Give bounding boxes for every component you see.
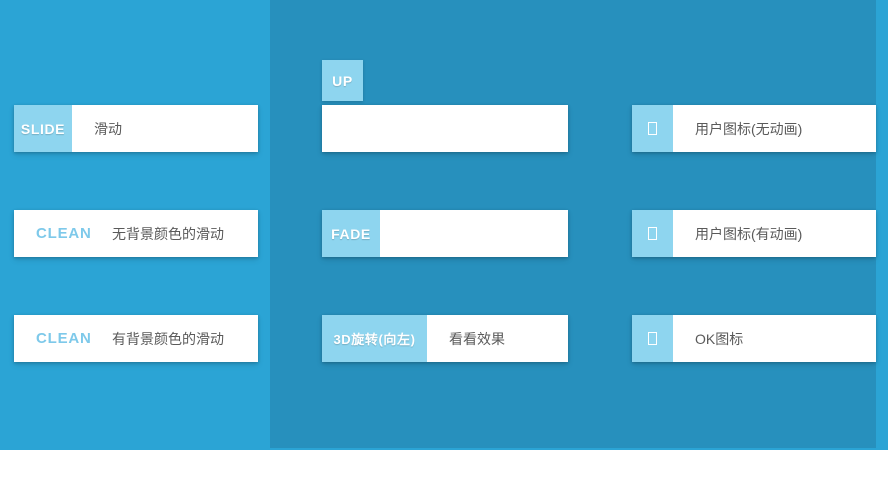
clean-no-background-card-label: CLEAN	[36, 225, 92, 242]
rotate-3d-left-notification-card[interactable]: 3D旋转(向左) 看看效果	[322, 315, 568, 362]
missing-glyph-box-icon-glyph	[648, 227, 657, 240]
up-floating-label: UP	[322, 60, 363, 101]
ok-icon-card-text: OK图标	[673, 315, 876, 362]
clean-no-background-card-text: 无背景颜色的滑动	[102, 210, 258, 257]
up-card-text	[322, 105, 568, 152]
clean-no-background-card[interactable]: CLEAN 无背景颜色的滑动	[14, 210, 258, 257]
user-icon-animated-card-text: 用户图标(有动画)	[673, 210, 876, 257]
slide-notification-card[interactable]: SLIDE 滑动	[14, 105, 258, 152]
missing-glyph-box-icon	[632, 315, 673, 362]
missing-glyph-box-icon	[632, 210, 673, 257]
missing-glyph-box-icon-glyph	[648, 332, 657, 345]
rotate-3d-left-card-label: 3D旋转(向左)	[322, 315, 427, 362]
slide-card-label: SLIDE	[14, 105, 72, 152]
fade-card-text	[380, 210, 568, 257]
fade-notification-card[interactable]: FADE	[322, 210, 568, 257]
user-icon-animated-card[interactable]: 用户图标(有动画)	[632, 210, 876, 257]
missing-glyph-box-icon	[632, 105, 673, 152]
page-stage: SLIDE 滑动 CLEAN 无背景颜色的滑动 CLEAN 有背景颜色的滑动 U…	[0, 0, 888, 500]
up-notification-card[interactable]	[322, 105, 568, 152]
user-icon-static-card-text: 用户图标(无动画)	[673, 105, 876, 152]
clean-with-background-card[interactable]: CLEAN 有背景颜色的滑动	[14, 315, 258, 362]
clean-with-background-card-label: CLEAN	[36, 330, 92, 347]
missing-glyph-box-icon-glyph	[648, 122, 657, 135]
ok-icon-card[interactable]: OK图标	[632, 315, 876, 362]
clean-with-background-card-text: 有背景颜色的滑动	[102, 315, 258, 362]
rotate-3d-left-card-text: 看看效果	[427, 315, 568, 362]
slide-card-text: 滑动	[72, 105, 258, 152]
fade-card-label: FADE	[322, 210, 380, 257]
user-icon-static-card[interactable]: 用户图标(无动画)	[632, 105, 876, 152]
